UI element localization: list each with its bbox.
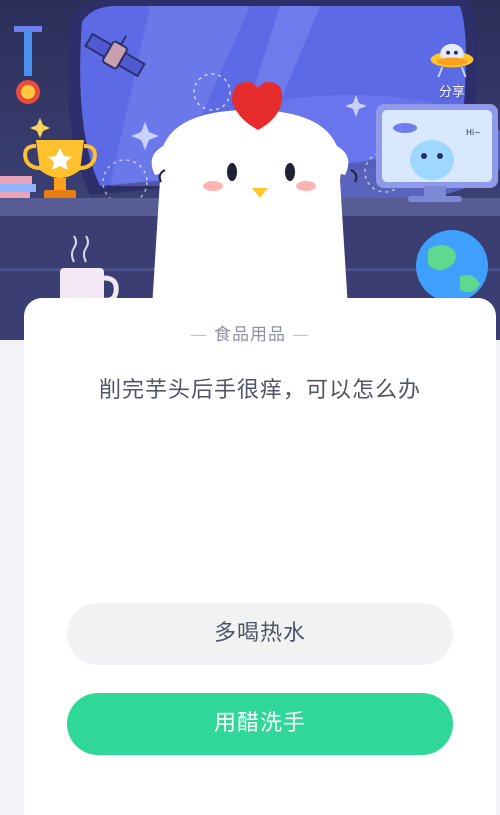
ufo-share-icon: [430, 43, 474, 78]
globe-icon: [416, 230, 488, 302]
question-text: 削完芋头后手很痒，可以怎么办: [98, 378, 421, 403]
monitor-alien-icon: Hi~: [376, 104, 498, 202]
answer-option-2[interactable]: 用醋洗手: [67, 693, 453, 755]
question-category: — 食品用品 —: [0, 320, 500, 345]
category-label: 食品用品: [214, 325, 286, 345]
answer-option-1[interactable]: 多喝热水: [67, 603, 453, 665]
divider: —: [292, 325, 310, 345]
medal-icon: [14, 26, 42, 104]
divider: —: [190, 325, 208, 345]
svg-text:Hi~: Hi~: [466, 128, 481, 137]
hero-illustration: Hi~ 分享: [0, 0, 500, 340]
share-label: 分享: [438, 85, 465, 100]
share-button[interactable]: 分享: [422, 38, 482, 100]
